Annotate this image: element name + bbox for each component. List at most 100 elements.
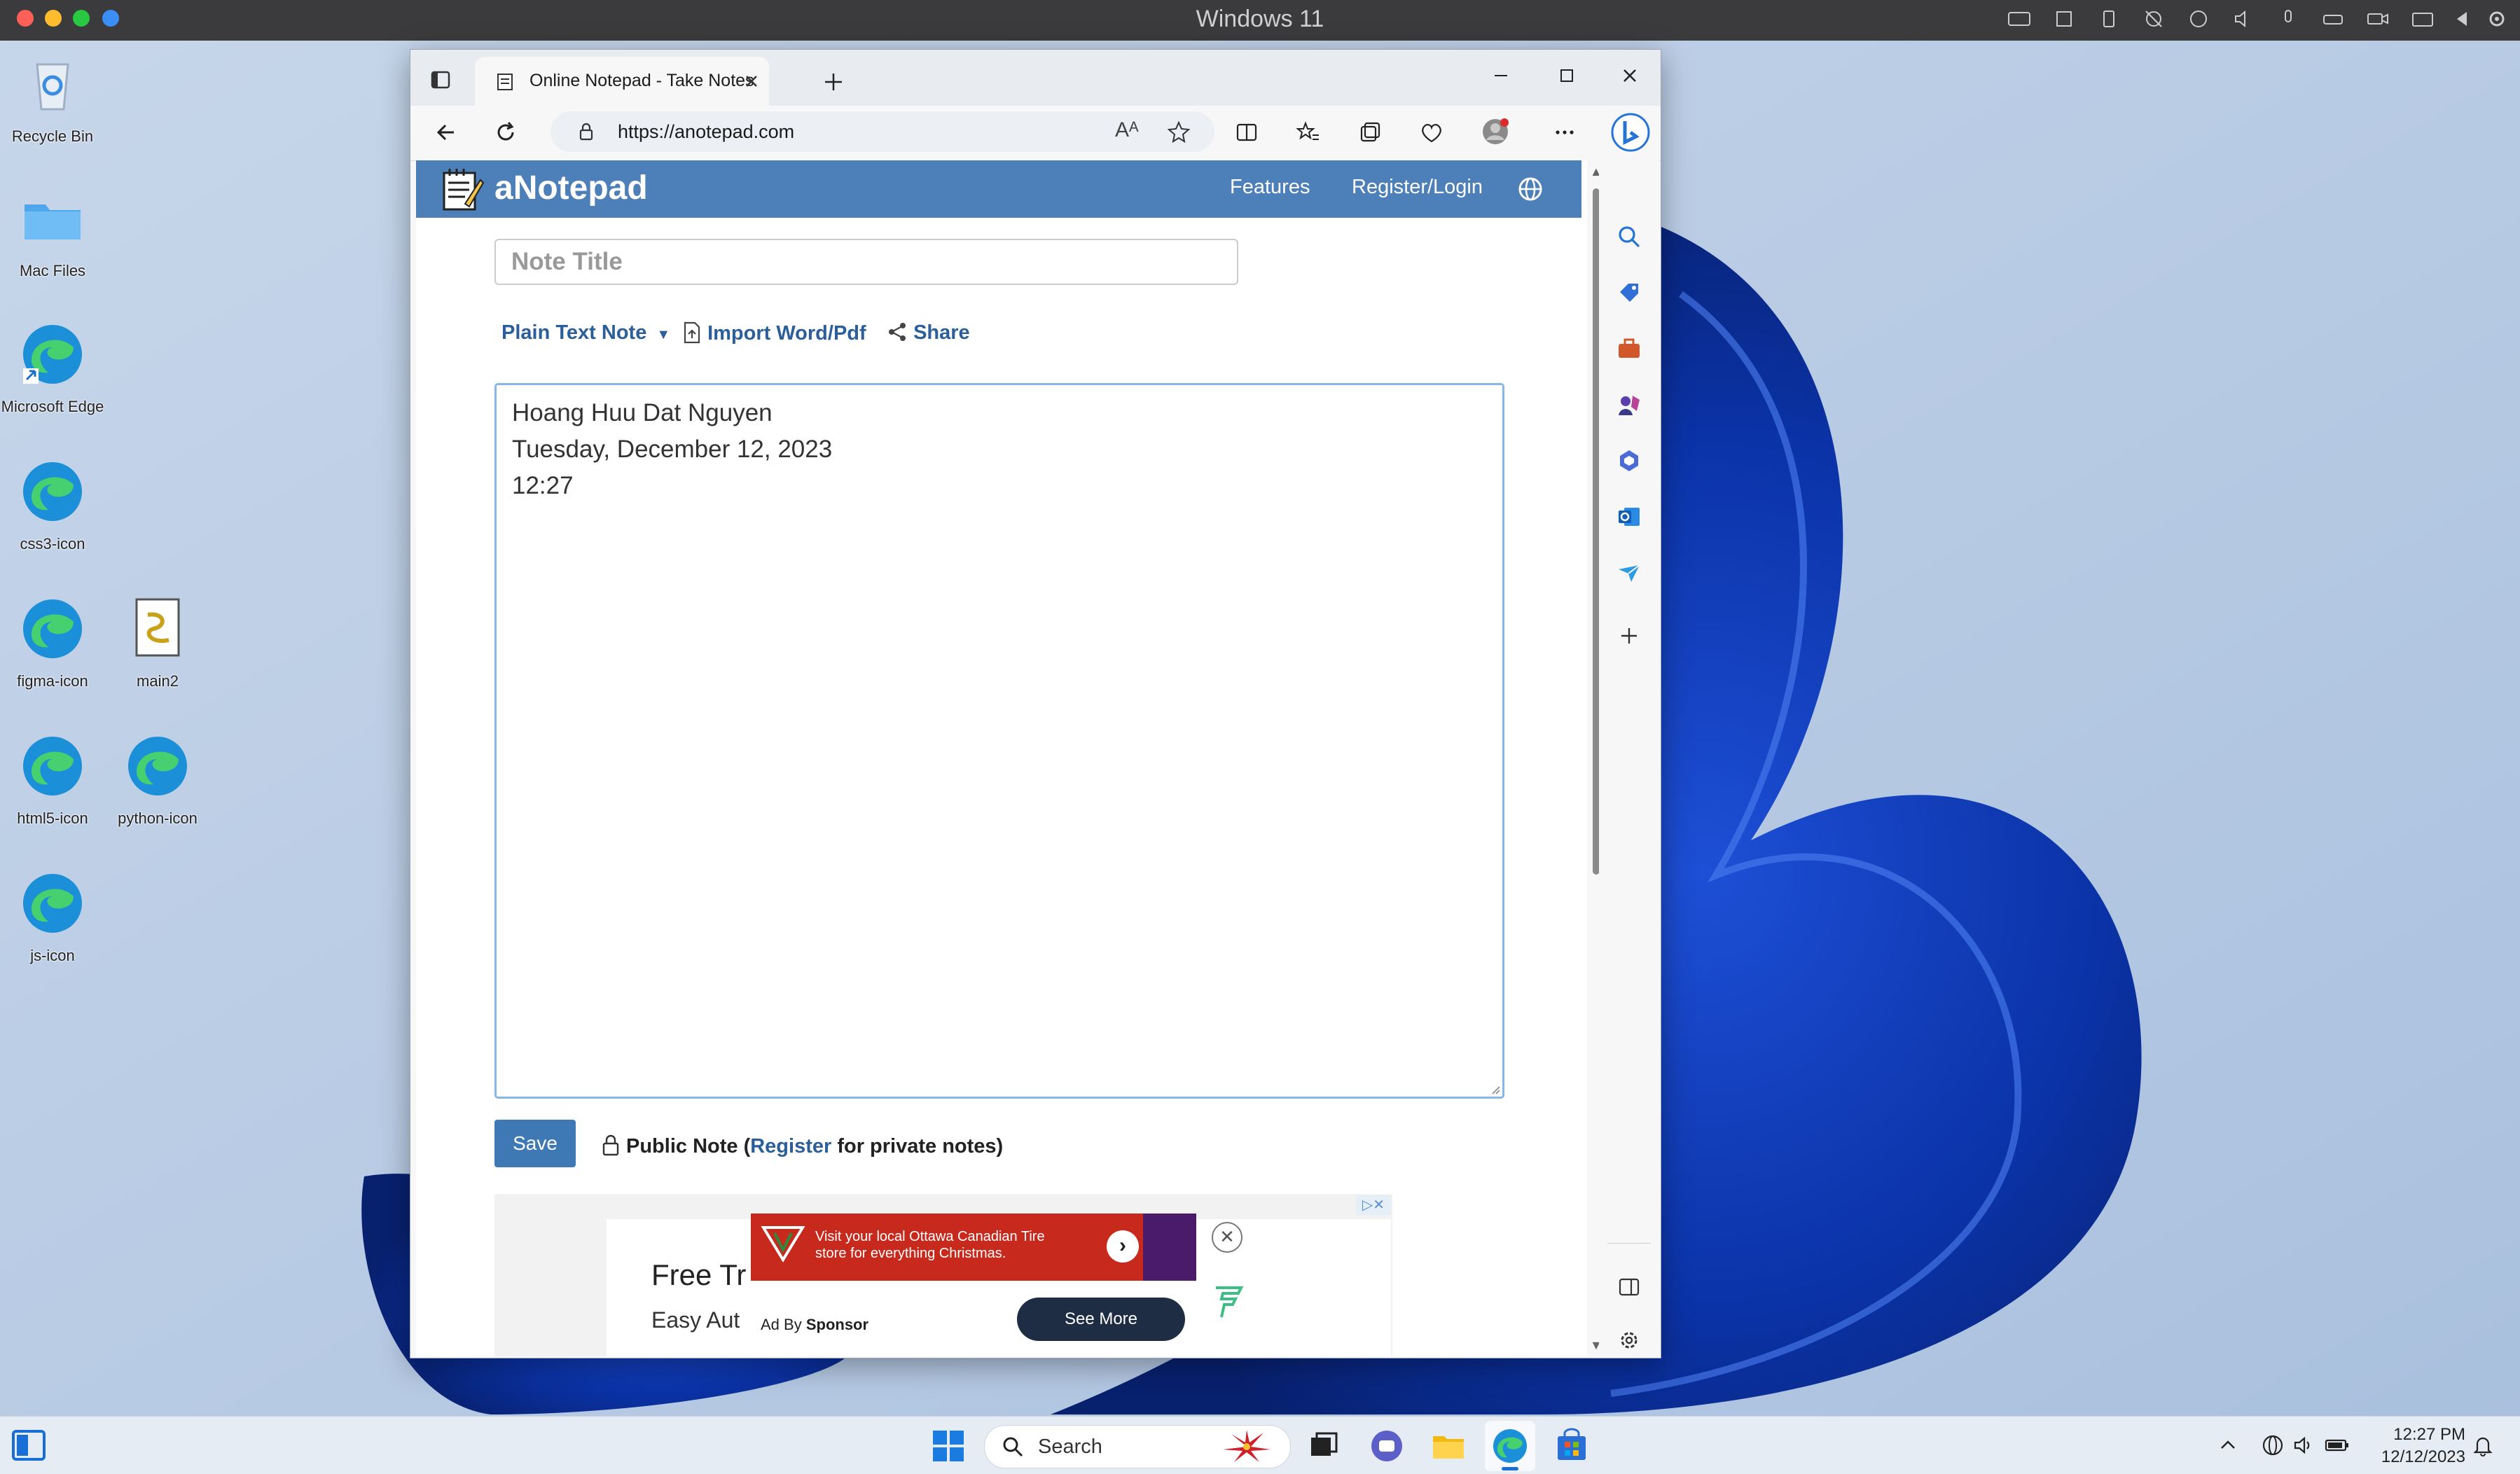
note-type-dropdown[interactable]: Plain Text Note ▼: [501, 321, 670, 345]
new-tab-icon[interactable]: [822, 71, 845, 93]
save-button[interactable]: Save: [494, 1120, 576, 1167]
browser-tab-active[interactable]: Online Notepad - Take Notes and: [475, 57, 769, 106]
tab-actions-icon[interactable]: [430, 69, 451, 90]
keyboard-icon[interactable]: [2007, 8, 2031, 29]
favorite-star-icon[interactable]: [1167, 120, 1191, 144]
desktop-icon-figma[interactable]: figma-icon: [0, 594, 105, 690]
desktop-icon-js[interactable]: js-icon: [0, 868, 105, 965]
search-icon[interactable]: [1616, 223, 1642, 250]
ad-next-button[interactable]: ›: [1107, 1230, 1139, 1263]
address-bar-row: https://anotepad.com Aᴬ: [410, 106, 1661, 161]
resize-handle-icon[interactable]: [1488, 1083, 1501, 1095]
desktop-icon-label: Microsoft Edge: [1, 398, 104, 415]
drop-send-icon[interactable]: [1616, 559, 1642, 586]
edge-taskbar-active[interactable]: [1485, 1421, 1535, 1471]
ad-choices-icon[interactable]: ▷✕: [1356, 1195, 1391, 1215]
refresh-icon[interactable]: [493, 120, 518, 145]
back-icon[interactable]: [433, 120, 458, 145]
note-content-textarea[interactable]: Hoang Huu Dat Nguyen Tuesday, December 1…: [494, 383, 1504, 1099]
notification-bell-icon[interactable]: [2471, 1433, 2495, 1457]
bing-copilot-icon[interactable]: [1609, 111, 1652, 153]
url-text[interactable]: https://anotepad.com: [618, 121, 794, 143]
clock-date: 12/12/2023: [2381, 1447, 2465, 1466]
microsoft-store-icon[interactable]: [1552, 1426, 1591, 1466]
microsoft-365-icon[interactable]: [1616, 447, 1642, 474]
taskbar-clock[interactable]: 12:27 PM 12/12/2023: [2367, 1424, 2465, 1468]
minimize-icon[interactable]: [1489, 64, 1513, 88]
profile-avatar-icon[interactable]: [1481, 117, 1510, 146]
desktop-icon-microsoft-edge[interactable]: Microsoft Edge: [0, 319, 105, 416]
globe-icon[interactable]: [1517, 176, 1544, 202]
desktop-icon-html5[interactable]: html5-icon: [0, 731, 105, 828]
site-logo-text[interactable]: aNotepad: [494, 169, 648, 207]
notepad-logo-icon: [443, 169, 485, 211]
tools-briefcase-icon[interactable]: [1616, 335, 1642, 362]
drive-icon[interactable]: [2321, 8, 2345, 29]
teams-chat-icon[interactable]: [1367, 1426, 1406, 1466]
shopping-tag-icon[interactable]: [1616, 279, 1642, 306]
desktop-icon-label: css3-icon: [20, 535, 85, 552]
ad-close-button[interactable]: ✕: [1212, 1222, 1242, 1253]
back-arrow-icon[interactable]: [2450, 8, 2474, 29]
register-link[interactable]: Register: [750, 1135, 831, 1157]
cpu-icon[interactable]: [2052, 8, 2076, 29]
split-screen-icon[interactable]: [1234, 120, 1259, 145]
gear-icon[interactable]: [2485, 8, 2509, 29]
nav-features[interactable]: Features: [1230, 176, 1310, 199]
edge-icon: [23, 325, 82, 384]
desktop-icon-python[interactable]: python-icon: [105, 731, 210, 828]
ad-see-more-button[interactable]: See More: [1017, 1298, 1185, 1341]
battery-icon[interactable]: [2324, 1433, 2351, 1457]
games-icon[interactable]: [1616, 391, 1642, 418]
public-note-suffix: for private notes): [831, 1135, 1004, 1157]
note-title-input[interactable]: Note Title: [494, 239, 1238, 285]
ad-sponsor-text: Sponsor: [805, 1316, 869, 1333]
hide-sidebar-icon[interactable]: [1616, 1274, 1642, 1300]
network-icon[interactable]: [2187, 8, 2210, 29]
taskbar-search-box[interactable]: Search: [984, 1425, 1291, 1468]
ad-banner-text-1: Visit your local Ottawa Canadian Tire: [815, 1229, 1045, 1244]
camera-off-icon[interactable]: [2142, 8, 2166, 29]
collections-icon[interactable]: [1357, 120, 1383, 145]
browser-essentials-icon[interactable]: [1419, 120, 1444, 145]
read-aloud-icon[interactable]: Aᴬ: [1115, 118, 1139, 142]
sidebar-settings-gear-icon[interactable]: [1616, 1327, 1642, 1354]
volume-icon[interactable]: [2292, 1433, 2315, 1457]
address-bar[interactable]: https://anotepad.com Aᴬ: [551, 111, 1214, 152]
desktop-icon-css3[interactable]: css3-icon: [0, 457, 105, 553]
file-explorer-icon[interactable]: [1429, 1426, 1468, 1466]
add-sidebar-app-icon[interactable]: [1616, 623, 1642, 649]
nav-register-login[interactable]: Register/Login: [1352, 176, 1483, 199]
file-upload-icon: [684, 321, 700, 344]
close-tab-icon[interactable]: [742, 72, 761, 90]
lock-icon[interactable]: [576, 121, 597, 142]
import-word-pdf-button[interactable]: Import Word/Pdf: [682, 321, 866, 345]
speaker-icon[interactable]: [2231, 8, 2255, 29]
more-options-icon[interactable]: [1552, 120, 1577, 145]
start-windows-icon[interactable]: [930, 1428, 967, 1464]
show-hidden-icons-chevron-icon[interactable]: [2217, 1435, 2238, 1456]
shared-folder-icon[interactable]: [2411, 8, 2435, 29]
widgets-icon[interactable]: [11, 1429, 46, 1461]
ad-network-logo-icon: [1216, 1286, 1244, 1318]
network-globe-icon[interactable]: [2261, 1433, 2285, 1457]
maximize-icon[interactable]: [1555, 64, 1579, 88]
desktop-icon-label: Mac Files: [19, 262, 86, 279]
share-icon: [889, 323, 906, 341]
desktop-icon-main2[interactable]: main2: [105, 594, 210, 690]
desktop-icon-mac-files[interactable]: Mac Files: [0, 183, 105, 280]
ad-banner[interactable]: Visit your local Ottawa Canadian Tire st…: [751, 1214, 1196, 1281]
outlook-icon[interactable]: [1616, 503, 1642, 530]
share-button[interactable]: Share: [887, 321, 970, 345]
task-view-icon[interactable]: [1304, 1426, 1343, 1466]
favorites-icon[interactable]: [1296, 120, 1321, 145]
note-line: 12:27: [512, 472, 574, 499]
ad-popup[interactable]: Visit your local Ottawa Canadian Tire st…: [751, 1214, 1196, 1356]
video-icon[interactable]: [2366, 8, 2390, 29]
note-type-label: Plain Text Note: [501, 321, 647, 344]
usb-icon[interactable]: [2097, 8, 2121, 29]
microphone-icon[interactable]: [2276, 8, 2300, 29]
close-icon[interactable]: [1618, 64, 1642, 88]
desktop-icon-recycle-bin[interactable]: Recycle Bin: [0, 49, 105, 146]
tab-strip: Online Notepad - Take Notes and: [410, 50, 1661, 106]
